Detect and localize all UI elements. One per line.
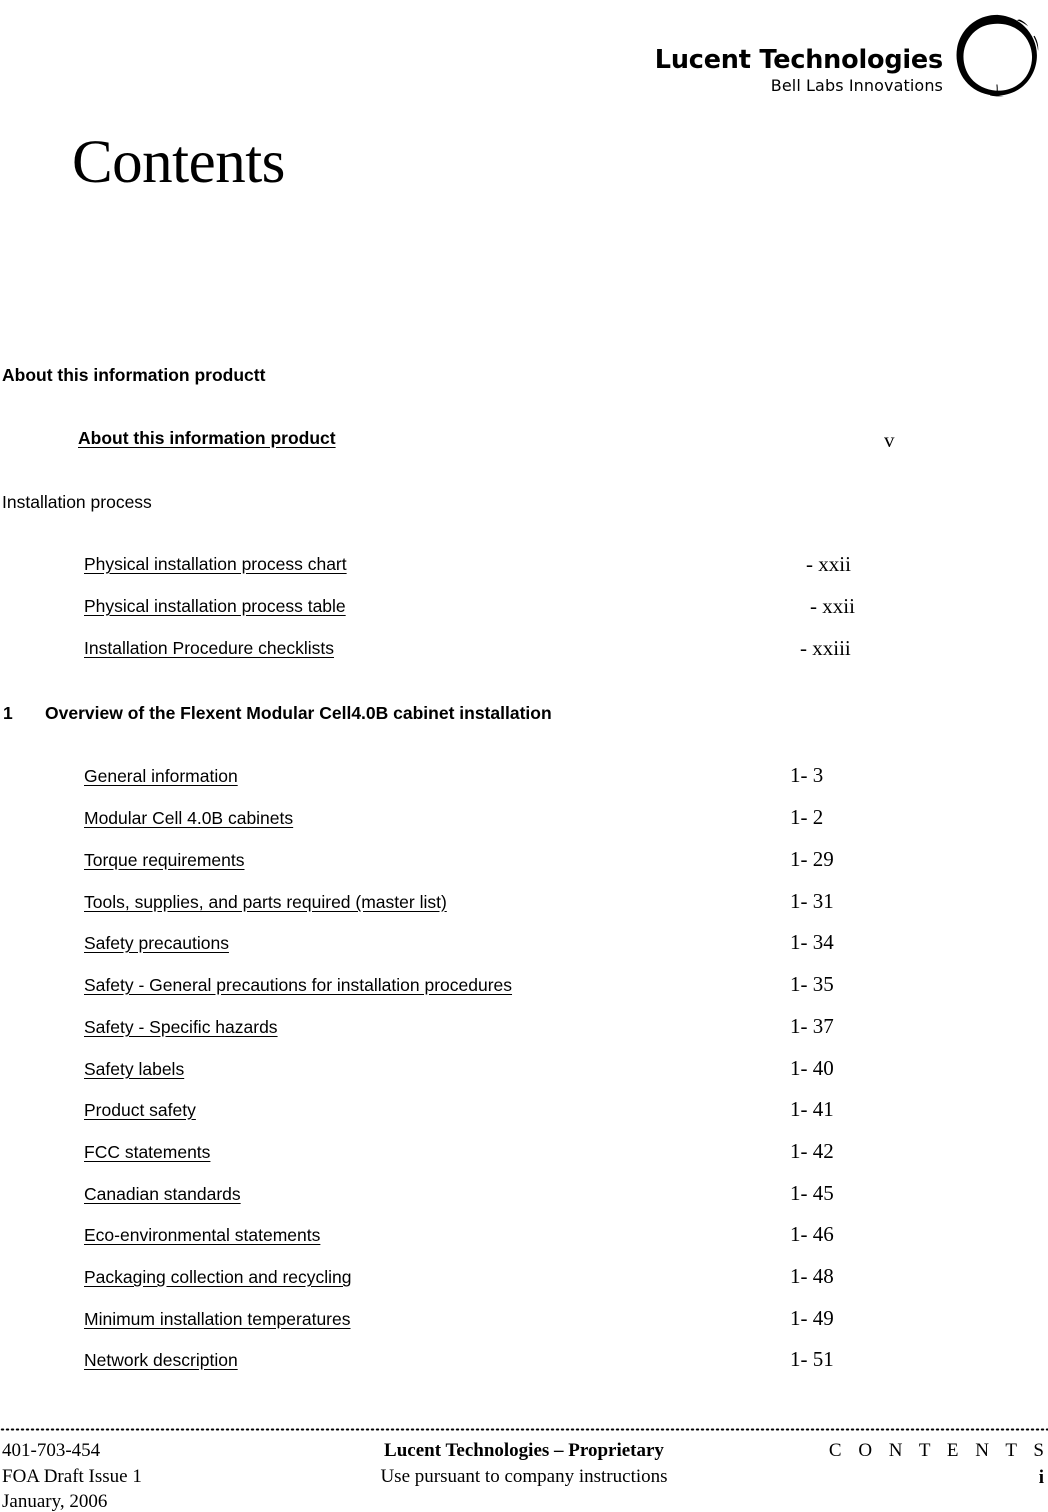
- toc-entry-modular-cell-4-0b-cabinets[interactable]: Modular Cell 4.0B cabinets: [84, 808, 293, 829]
- page-title: Contents: [72, 129, 285, 196]
- toc-entry-physical-installation-process-table[interactable]: Physical installation process table: [84, 596, 346, 617]
- toc-page-number: 1- 40: [790, 1056, 834, 1080]
- page-footer: 401-703-454 FOA Draft Issue 1 January, 2…: [0, 1434, 1048, 1512]
- toc-entry-canadian-standards[interactable]: Canadian standards: [84, 1184, 241, 1205]
- toc-page-number: 1- 51: [790, 1347, 834, 1371]
- footer-date: January, 2006: [2, 1491, 108, 1512]
- toc-page-number: 1- 37: [790, 1014, 834, 1038]
- toc-page-number: 1- 2: [790, 805, 824, 829]
- toc-page-number: v: [884, 428, 895, 452]
- footer-divider: [0, 1428, 1048, 1431]
- toc-page-number: 1- 31: [790, 889, 834, 913]
- toc-entry-label: Safety - Specific hazards: [84, 1017, 278, 1037]
- toc-entry-label: Physical installation process chart: [84, 554, 347, 574]
- toc-entry-tools-supplies-and-parts-required[interactable]: Tools, supplies, and parts required (mas…: [84, 892, 447, 913]
- toc-entry-fcc-statements[interactable]: FCC statements: [84, 1142, 210, 1163]
- toc-entry-label: Installation Procedure checklists: [84, 638, 334, 658]
- toc-entry-product-safety[interactable]: Product safety: [84, 1100, 196, 1121]
- toc-entry-general-information[interactable]: General information: [84, 766, 238, 787]
- toc-entry-label: About this information product: [78, 428, 336, 448]
- logo-company-name: Lucent Technologies: [654, 45, 943, 75]
- toc-entry-safety-general-precautions[interactable]: Safety - General precautions for install…: [84, 975, 512, 996]
- footer-right-block: C O N T E N T S i: [829, 1438, 1044, 1490]
- chapter-title: Overview of the Flexent Modular Cell4.0B…: [45, 703, 552, 723]
- section-heading-installation-process: Installation process: [2, 492, 152, 512]
- logo-wordmark: Lucent Technologies Bell Labs Innovation…: [654, 45, 943, 95]
- toc-entry-safety-specific-hazards[interactable]: Safety - Specific hazards: [84, 1017, 278, 1038]
- toc-page-number: 1- 41: [790, 1097, 834, 1121]
- toc-entry-label: FCC statements: [84, 1142, 211, 1162]
- toc-entry-torque-requirements[interactable]: Torque requirements: [84, 850, 245, 871]
- toc-entry-label: Safety labels: [84, 1059, 185, 1079]
- toc-entry-label: Safety precautions: [84, 933, 229, 953]
- toc-entry-physical-installation-process-chart[interactable]: Physical installation process chart: [84, 554, 347, 575]
- footer-page-number: i: [1038, 1466, 1044, 1488]
- toc-entry-label: Safety - General precautions for install…: [84, 975, 513, 995]
- toc-entry-label: Product safety: [84, 1100, 196, 1120]
- toc-entry-safety-labels[interactable]: Safety labels: [84, 1059, 184, 1080]
- toc-entry-label: Packaging collection and recycling: [84, 1267, 352, 1287]
- toc-entry-label: Tools, supplies, and parts required (mas…: [84, 892, 447, 912]
- toc-page-number: - xxiii: [800, 636, 851, 660]
- toc-page-number: 1- 42: [790, 1139, 834, 1163]
- toc-entry-label: General information: [84, 766, 238, 786]
- toc-page-number: 1- 46: [790, 1222, 834, 1246]
- footer-section-label: C O N T E N T S: [828, 1440, 1048, 1461]
- lucent-logo: Lucent Technologies Bell Labs Innovation…: [588, 14, 1048, 114]
- toc-entry-network-description[interactable]: Network description: [84, 1350, 238, 1371]
- enso-circle-icon: [956, 14, 1039, 97]
- section-heading-about: About this information productt: [2, 365, 266, 385]
- toc-page-number: 1- 3: [790, 763, 824, 787]
- toc-entry-eco-environmental-statements[interactable]: Eco-environmental statements: [84, 1225, 320, 1246]
- toc-page-number: 1- 35: [790, 972, 834, 996]
- toc-entry-about-this-information-product[interactable]: About this information product: [78, 428, 336, 449]
- toc-entry-label: Physical installation process table: [84, 596, 346, 616]
- toc-entry-label: Modular Cell 4.0B cabinets: [84, 808, 294, 828]
- toc-page-number: - xxii: [806, 552, 851, 576]
- toc-page-number: 1- 48: [790, 1264, 834, 1288]
- toc-entry-label: Eco-environmental statements: [84, 1225, 321, 1245]
- toc-entry-label: Canadian standards: [84, 1184, 241, 1204]
- toc-entry-label: Minimum installation temperatures: [84, 1309, 351, 1329]
- chapter-number: 1: [3, 703, 13, 723]
- toc-page-number: 1- 45: [790, 1181, 834, 1205]
- toc-page-number: - xxii: [810, 594, 855, 618]
- toc-entry-packaging-collection-and-recycling[interactable]: Packaging collection and recycling: [84, 1267, 352, 1288]
- logo-tagline: Bell Labs Innovations: [770, 75, 943, 95]
- toc-page-number: 1- 49: [790, 1306, 834, 1330]
- toc-entry-installation-procedure-checklists[interactable]: Installation Procedure checklists: [84, 638, 334, 659]
- toc-entry-safety-precautions[interactable]: Safety precautions: [84, 933, 229, 954]
- toc-entry-minimum-installation-temperatures[interactable]: Minimum installation temperatures: [84, 1309, 351, 1330]
- toc-entry-label: Torque requirements: [84, 850, 245, 870]
- toc-page-number: 1- 34: [790, 930, 834, 954]
- toc-entry-label: Network description: [84, 1350, 238, 1370]
- document-page: Lucent Technologies Bell Labs Innovation…: [0, 0, 1048, 1512]
- toc-page-number: 1- 29: [790, 847, 834, 871]
